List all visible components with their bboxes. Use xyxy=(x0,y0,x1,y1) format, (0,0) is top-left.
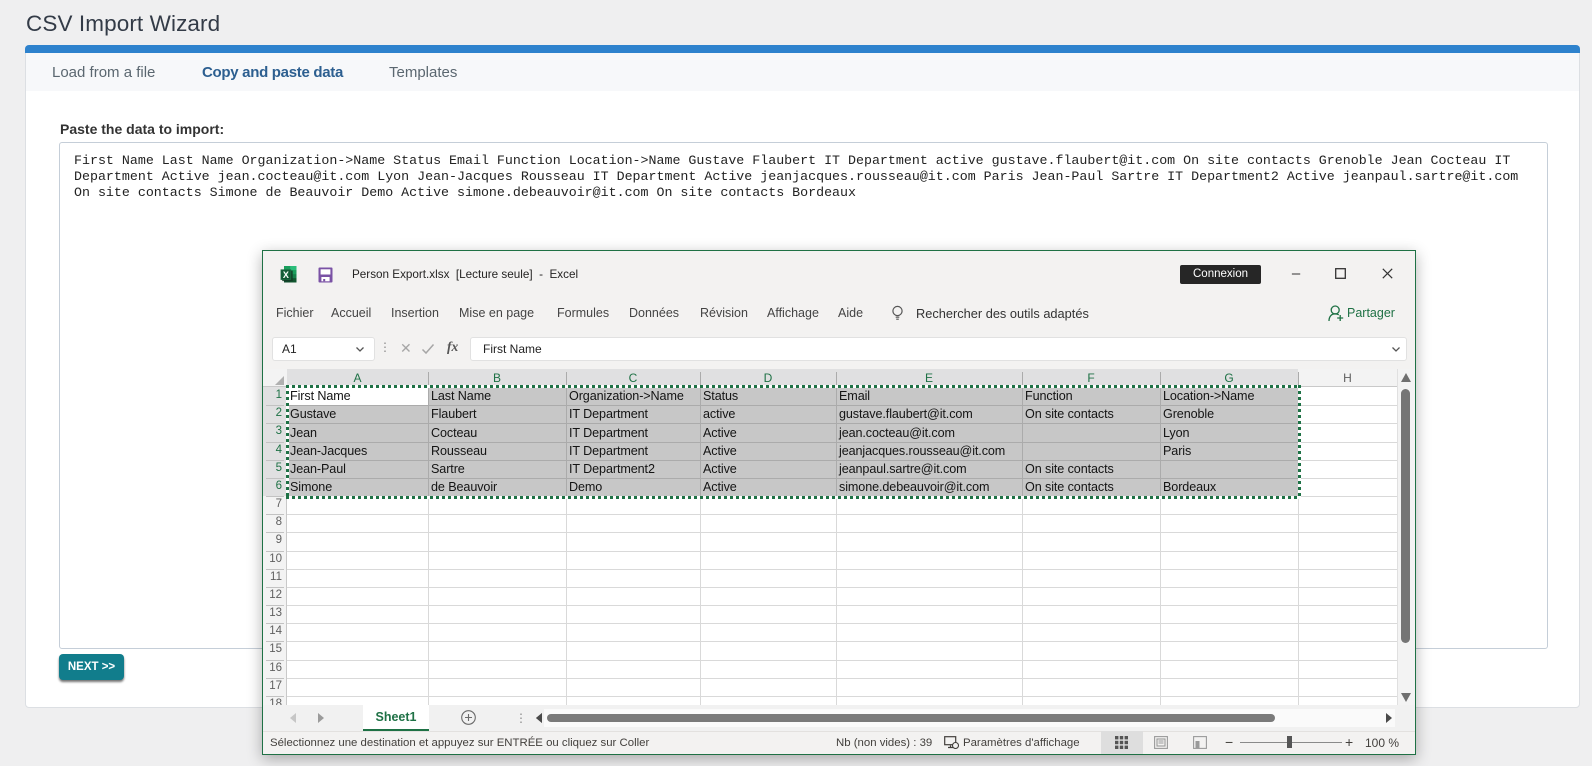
svg-text:X: X xyxy=(283,270,289,280)
